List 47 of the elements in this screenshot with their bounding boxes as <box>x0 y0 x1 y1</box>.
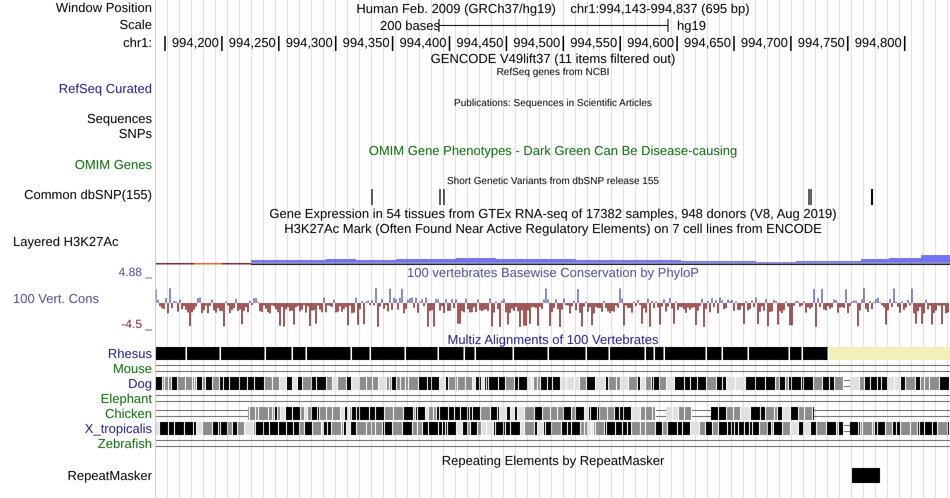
ruler-label: 994,250 <box>228 35 276 50</box>
track-label[interactable]: RepeatMasker <box>0 468 152 483</box>
track-title: GENCODE V49lift37 (11 items filtered out) <box>430 51 676 66</box>
track-label[interactable]: Window Position <box>0 0 152 15</box>
track-label[interactable]: chr1: <box>0 35 152 50</box>
ruler-label: 994,200 <box>170 35 219 50</box>
track-label[interactable]: Sequences <box>0 111 152 126</box>
track-label[interactable]: Rhesus <box>0 346 152 361</box>
axis-min-label: -4.5 _ <box>120 317 152 331</box>
track-title: H3K27Ac Mark (Often Found Near Active Regulatory Elements) on 7 cell lines from ENCODE <box>284 221 822 236</box>
track-label[interactable]: Dog <box>0 376 152 391</box>
track-label[interactable]: Elephant <box>0 391 152 406</box>
ruler-label: 994,450 <box>455 35 504 50</box>
track-label[interactable]: RefSeq Curated <box>0 81 152 96</box>
track-label[interactable]: Layered H3K27Ac <box>13 234 152 249</box>
ruler-label: 994,350 <box>342 35 390 50</box>
track-title: 100 vertebrates Basewise Conservation by PhyloP <box>407 265 699 280</box>
scale-text: 200 bases <box>380 18 436 33</box>
ruler-label: 994,750 <box>796 35 845 50</box>
track-title: Gene Expression in 54 tissues from GTEx RNA-seq of 17382 samples, 948 donors (V8, Aug 2019) <box>269 206 837 221</box>
track-title: RefSeq genes from NCBI <box>496 67 610 79</box>
track-label[interactable]: SNPs <box>0 126 152 141</box>
track-title: Short Genetic Variants from dbSNP release 155 <box>447 176 659 188</box>
track-title: Publications: Sequences in Scientific Articles <box>454 98 652 110</box>
ruler-label: 994,800 <box>854 35 902 50</box>
track-label[interactable]: Common dbSNP(155) <box>0 187 152 202</box>
track-title: Repeating Elements by RepeatMasker <box>442 453 664 468</box>
ruler-label: 994,650 <box>683 35 731 50</box>
track-label[interactable]: X_tropicalis <box>0 421 152 436</box>
track-label[interactable]: Mouse <box>0 361 152 376</box>
track-label[interactable]: Scale <box>0 17 152 32</box>
track-label[interactable]: OMIM Genes <box>0 157 152 172</box>
ruler-label: 994,300 <box>284 35 333 50</box>
ruler-label: 994,550 <box>569 35 618 50</box>
scale-assembly: hg19 <box>677 18 706 33</box>
repeat-element-bar <box>852 468 880 483</box>
track-label[interactable]: 100 Vert. Cons <box>13 290 99 306</box>
ruler-label: 994,400 <box>398 35 446 50</box>
axis-max-label: 4.88 _ <box>118 265 152 279</box>
ruler-label: 994,700 <box>740 35 788 50</box>
track-label[interactable]: Chicken <box>0 406 152 421</box>
ruler-label: 994,600 <box>626 35 674 50</box>
track-label[interactable]: Zebrafish <box>0 436 152 451</box>
ruler-label: 994,500 <box>512 35 560 50</box>
track-title: Multiz Alignments of 100 Vertebrates <box>447 332 658 347</box>
window-position-text: Human Feb. 2009 (GRCh37/hg19) chr1:994,143-994,837 (695 bp) <box>356 1 750 16</box>
track-title: OMIM Gene Phenotypes - Dark Green Can Be Disease-causing <box>368 143 738 158</box>
